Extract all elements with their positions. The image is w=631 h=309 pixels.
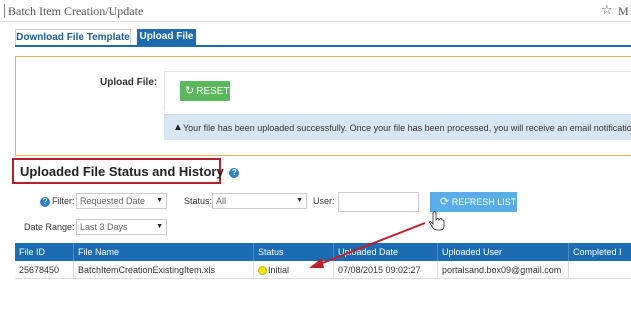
arrow-line: [319, 222, 426, 265]
hand-cursor-icon: [429, 211, 445, 231]
arrow-head: [309, 258, 324, 268]
annotation-arrow: [309, 222, 426, 268]
